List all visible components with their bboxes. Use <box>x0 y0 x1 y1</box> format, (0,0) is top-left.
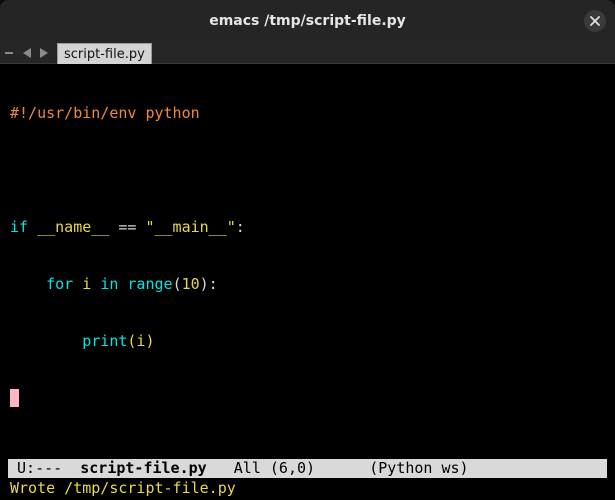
tab-next-button[interactable] <box>37 42 51 64</box>
mode-line[interactable]: U:--- script-file.py All (6,0) (Python w… <box>8 459 607 478</box>
print-args: (i) <box>127 332 155 350</box>
keyword-if: if <box>10 218 29 236</box>
tab-prev-button[interactable] <box>20 42 34 64</box>
close-icon <box>590 16 600 26</box>
buffer-position: All (6,0) <box>233 459 316 477</box>
emacs-window: emacs /tmp/script-file.py script-file.py <box>0 0 615 500</box>
code-line-6 <box>10 389 606 408</box>
buffer-status: U:--- <box>17 459 63 477</box>
operator-eq: == <box>118 218 137 236</box>
triangle-right-icon <box>40 48 48 58</box>
number-literal: 10 <box>181 275 200 293</box>
paren-close: ): <box>199 275 218 293</box>
buffer-name[interactable]: script-file.py <box>80 459 206 477</box>
tab-script-file[interactable]: script-file.py <box>57 43 152 64</box>
close-button[interactable] <box>584 10 606 32</box>
tab-bar: script-file.py <box>0 42 615 64</box>
title-bar[interactable]: emacs /tmp/script-file.py <box>0 0 615 42</box>
code-line-5: print(i) <box>10 332 606 351</box>
keyword-for: for <box>46 275 74 293</box>
variable-name: __name__ <box>37 218 110 236</box>
builtin-range: range <box>127 275 173 293</box>
builtin-print: print <box>82 332 128 350</box>
echo-area: Wrote /tmp/script-file.py <box>10 479 236 497</box>
shebang-token: #!/usr/bin/env python <box>10 104 200 122</box>
triangle-left-icon <box>23 48 31 58</box>
major-mode[interactable]: (Python ws) <box>369 459 468 477</box>
colon-token: : <box>235 218 245 236</box>
loop-variable: i <box>82 275 92 293</box>
minus-icon <box>5 52 13 54</box>
window-title: emacs /tmp/script-file.py <box>209 13 406 29</box>
left-fringe <box>0 64 8 456</box>
code-line-4: for i in range(10): <box>10 275 606 294</box>
string-literal: "__main__" <box>145 218 236 236</box>
code-line-1: #!/usr/bin/env python <box>10 104 606 123</box>
text-cursor <box>10 389 19 407</box>
keyword-in: in <box>100 275 119 293</box>
tab-collapse-button[interactable] <box>3 42 15 64</box>
paren-open: ( <box>172 275 182 293</box>
code-line-3: if __name__ == "__main__": <box>10 218 606 237</box>
right-fringe <box>607 64 615 456</box>
code-editor[interactable]: #!/usr/bin/env python if __name__ == "__… <box>10 66 606 456</box>
